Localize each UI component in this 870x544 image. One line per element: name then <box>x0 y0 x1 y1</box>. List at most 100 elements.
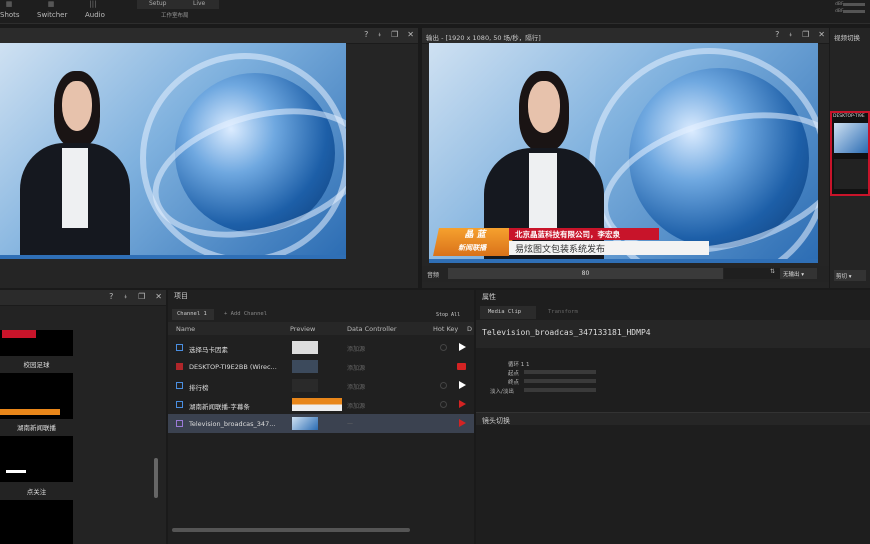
output-bottom-bar <box>429 259 818 263</box>
col-d: D <box>467 325 473 333</box>
volume-slider[interactable]: 80 <box>448 268 723 279</box>
row-preview <box>292 398 342 411</box>
output-title: 输出 - [1920 x 1080, 50 场/秒，隔行] <box>426 34 541 42</box>
pin-icon[interactable]: ⍖ <box>377 30 382 40</box>
col-name: Name <box>176 325 196 333</box>
cut-dropdown[interactable]: 剪切 ▾ <box>834 270 866 281</box>
logo-top-text: 晶 蓝 <box>463 230 488 240</box>
project-panel: 项目 Channel 1 + Add Channel Stop All Name… <box>168 290 474 544</box>
library-thumb-4[interactable] <box>0 500 73 544</box>
logo-bottom-text: 新闻联播 <box>457 244 488 252</box>
properties-panel: 属性 Media Clip Transform Television_broad… <box>476 290 870 544</box>
audio-tab[interactable]: Audio <box>85 11 105 19</box>
table-row[interactable]: DESKTOP-TI9E2BB (Wirec... 添加源 <box>168 357 474 376</box>
hotkey-indicator[interactable] <box>440 382 447 389</box>
preview-video <box>0 43 346 259</box>
table-row[interactable]: 排行榜 添加源 <box>168 376 474 395</box>
col-preview: Preview <box>290 325 316 333</box>
row-preview <box>292 379 318 392</box>
spin-arrows-icon[interactable]: ⇅ <box>770 268 775 275</box>
field-fade: 淡入/淡出 <box>490 389 514 395</box>
workspace-label: 工作室布局 <box>161 13 189 19</box>
play-icon[interactable] <box>459 381 466 389</box>
row-name: Television_broadcas_347... <box>189 420 276 428</box>
play-icon[interactable] <box>459 343 466 351</box>
stop-all-button[interactable]: Stop All <box>436 312 460 318</box>
library-thumb-1[interactable] <box>0 330 73 356</box>
audio-label: 音频 <box>427 272 440 279</box>
audio-control-bar: 音频 80 ⇅ 无输出 ▾ <box>422 266 829 282</box>
row-data-controller[interactable]: — <box>347 420 353 427</box>
switcher-tab[interactable]: Switcher <box>37 11 67 19</box>
col-hot-key: Hot Key <box>433 325 459 333</box>
end-input[interactable] <box>524 379 596 383</box>
shot-switch-title: 镜头切换 <box>482 417 510 425</box>
shots-tab[interactable]: Shots <box>0 11 20 19</box>
graphic-icon <box>176 344 183 351</box>
tab-media-clip[interactable]: Media Clip <box>480 306 536 319</box>
library-panel: ? ⍖ ❐ ✕ 校园足球 湖南新闻联播 点关注 <box>0 290 166 544</box>
row-preview <box>292 417 318 430</box>
table-row[interactable]: 选择马卡因素 添加源 <box>168 338 474 357</box>
library-thumb-3[interactable] <box>0 436 73 482</box>
row-data-controller[interactable]: 添加源 <box>347 401 365 410</box>
table-row[interactable]: 湖南新闻联播-字幕条 添加源 <box>168 395 474 414</box>
row-name: 选择马卡因素 <box>189 346 228 354</box>
hotkey-indicator[interactable] <box>440 344 447 351</box>
pin-icon[interactable]: ⍖ <box>788 30 793 40</box>
audio-icon[interactable]: ||| <box>86 0 100 8</box>
lower-third-headline: 易炫图文包装系统发布 <box>509 241 709 255</box>
row-data-controller[interactable]: 添加源 <box>347 344 365 353</box>
play-icon[interactable] <box>459 400 466 408</box>
field-loop: 循环 1 1 <box>508 362 530 368</box>
help-icon[interactable]: ? <box>109 292 113 302</box>
library-caption-3: 点关注 <box>26 488 47 496</box>
library-scrollbar[interactable] <box>154 458 158 498</box>
camera-icon[interactable] <box>457 363 466 370</box>
output-panel: 输出 - [1920 x 1080, 50 场/秒，隔行] ? ⍖ ❐ ✕ 晶 … <box>422 28 829 288</box>
preview-header: ? ⍖ ❐ ✕ <box>0 28 418 44</box>
source-thumb-active[interactable]: DESKTOP-TI9E <box>830 111 870 196</box>
float-icon[interactable]: ❐ <box>391 30 398 40</box>
float-icon[interactable]: ❐ <box>138 292 145 302</box>
table-row-selected[interactable]: Television_broadcas_347... — <box>168 414 474 433</box>
properties-title: 属性 <box>482 293 496 301</box>
help-icon[interactable]: ? <box>775 30 779 40</box>
row-data-controller[interactable]: 添加源 <box>347 363 365 372</box>
field-start: 起点 <box>508 371 520 377</box>
start-input[interactable] <box>524 370 596 374</box>
meter-bar-1 <box>843 3 865 6</box>
library-thumb-2[interactable] <box>0 373 73 419</box>
switcher-icon[interactable]: ▦ <box>44 0 58 8</box>
project-h-scrollbar[interactable] <box>172 528 410 532</box>
mode-switch[interactable]: Setup Live <box>137 0 219 9</box>
graphic-icon <box>176 401 183 408</box>
live-mode[interactable]: Live <box>193 0 205 7</box>
hotkey-indicator[interactable] <box>440 401 447 408</box>
row-name: 排行榜 <box>189 384 209 392</box>
top-toolbar: ▦ Shots ▦ Switcher ||| Audio Setup Live … <box>0 0 870 24</box>
tab-channel-1[interactable]: Channel 1 <box>172 309 214 320</box>
play-icon[interactable] <box>459 419 466 427</box>
close-icon[interactable]: ✕ <box>818 30 825 40</box>
library-caption-1: 校园足球 <box>23 361 50 369</box>
lower-third-name-bar: 北京晶蓝科技有限公司，李宏泉 <box>509 228 659 240</box>
shots-icon[interactable]: ▦ <box>2 0 16 8</box>
fade-input[interactable] <box>524 388 596 392</box>
volume-value: 80 <box>581 270 590 277</box>
tab-transform[interactable]: Transform <box>548 309 578 315</box>
add-channel-button[interactable]: + Add Channel <box>224 311 267 317</box>
pin-icon[interactable]: ⍖ <box>123 292 128 302</box>
float-icon[interactable]: ❐ <box>802 30 809 40</box>
output-dropdown[interactable]: 无输出 ▾ <box>780 268 817 279</box>
col-data-controller: Data Controller <box>347 325 397 333</box>
shot-switch-header: 镜头切换 <box>476 412 870 425</box>
video-switch-title: 视频切换 <box>834 34 860 42</box>
setup-mode[interactable]: Setup <box>149 0 166 7</box>
row-data-controller[interactable]: 添加源 <box>347 382 365 391</box>
help-icon[interactable]: ? <box>364 30 368 40</box>
clip-filename: Television_broadcas_347133181_HDMP4 <box>482 328 651 337</box>
close-icon[interactable]: ✕ <box>155 292 162 302</box>
meter-bar-2 <box>843 10 865 13</box>
close-icon[interactable]: ✕ <box>407 30 414 40</box>
